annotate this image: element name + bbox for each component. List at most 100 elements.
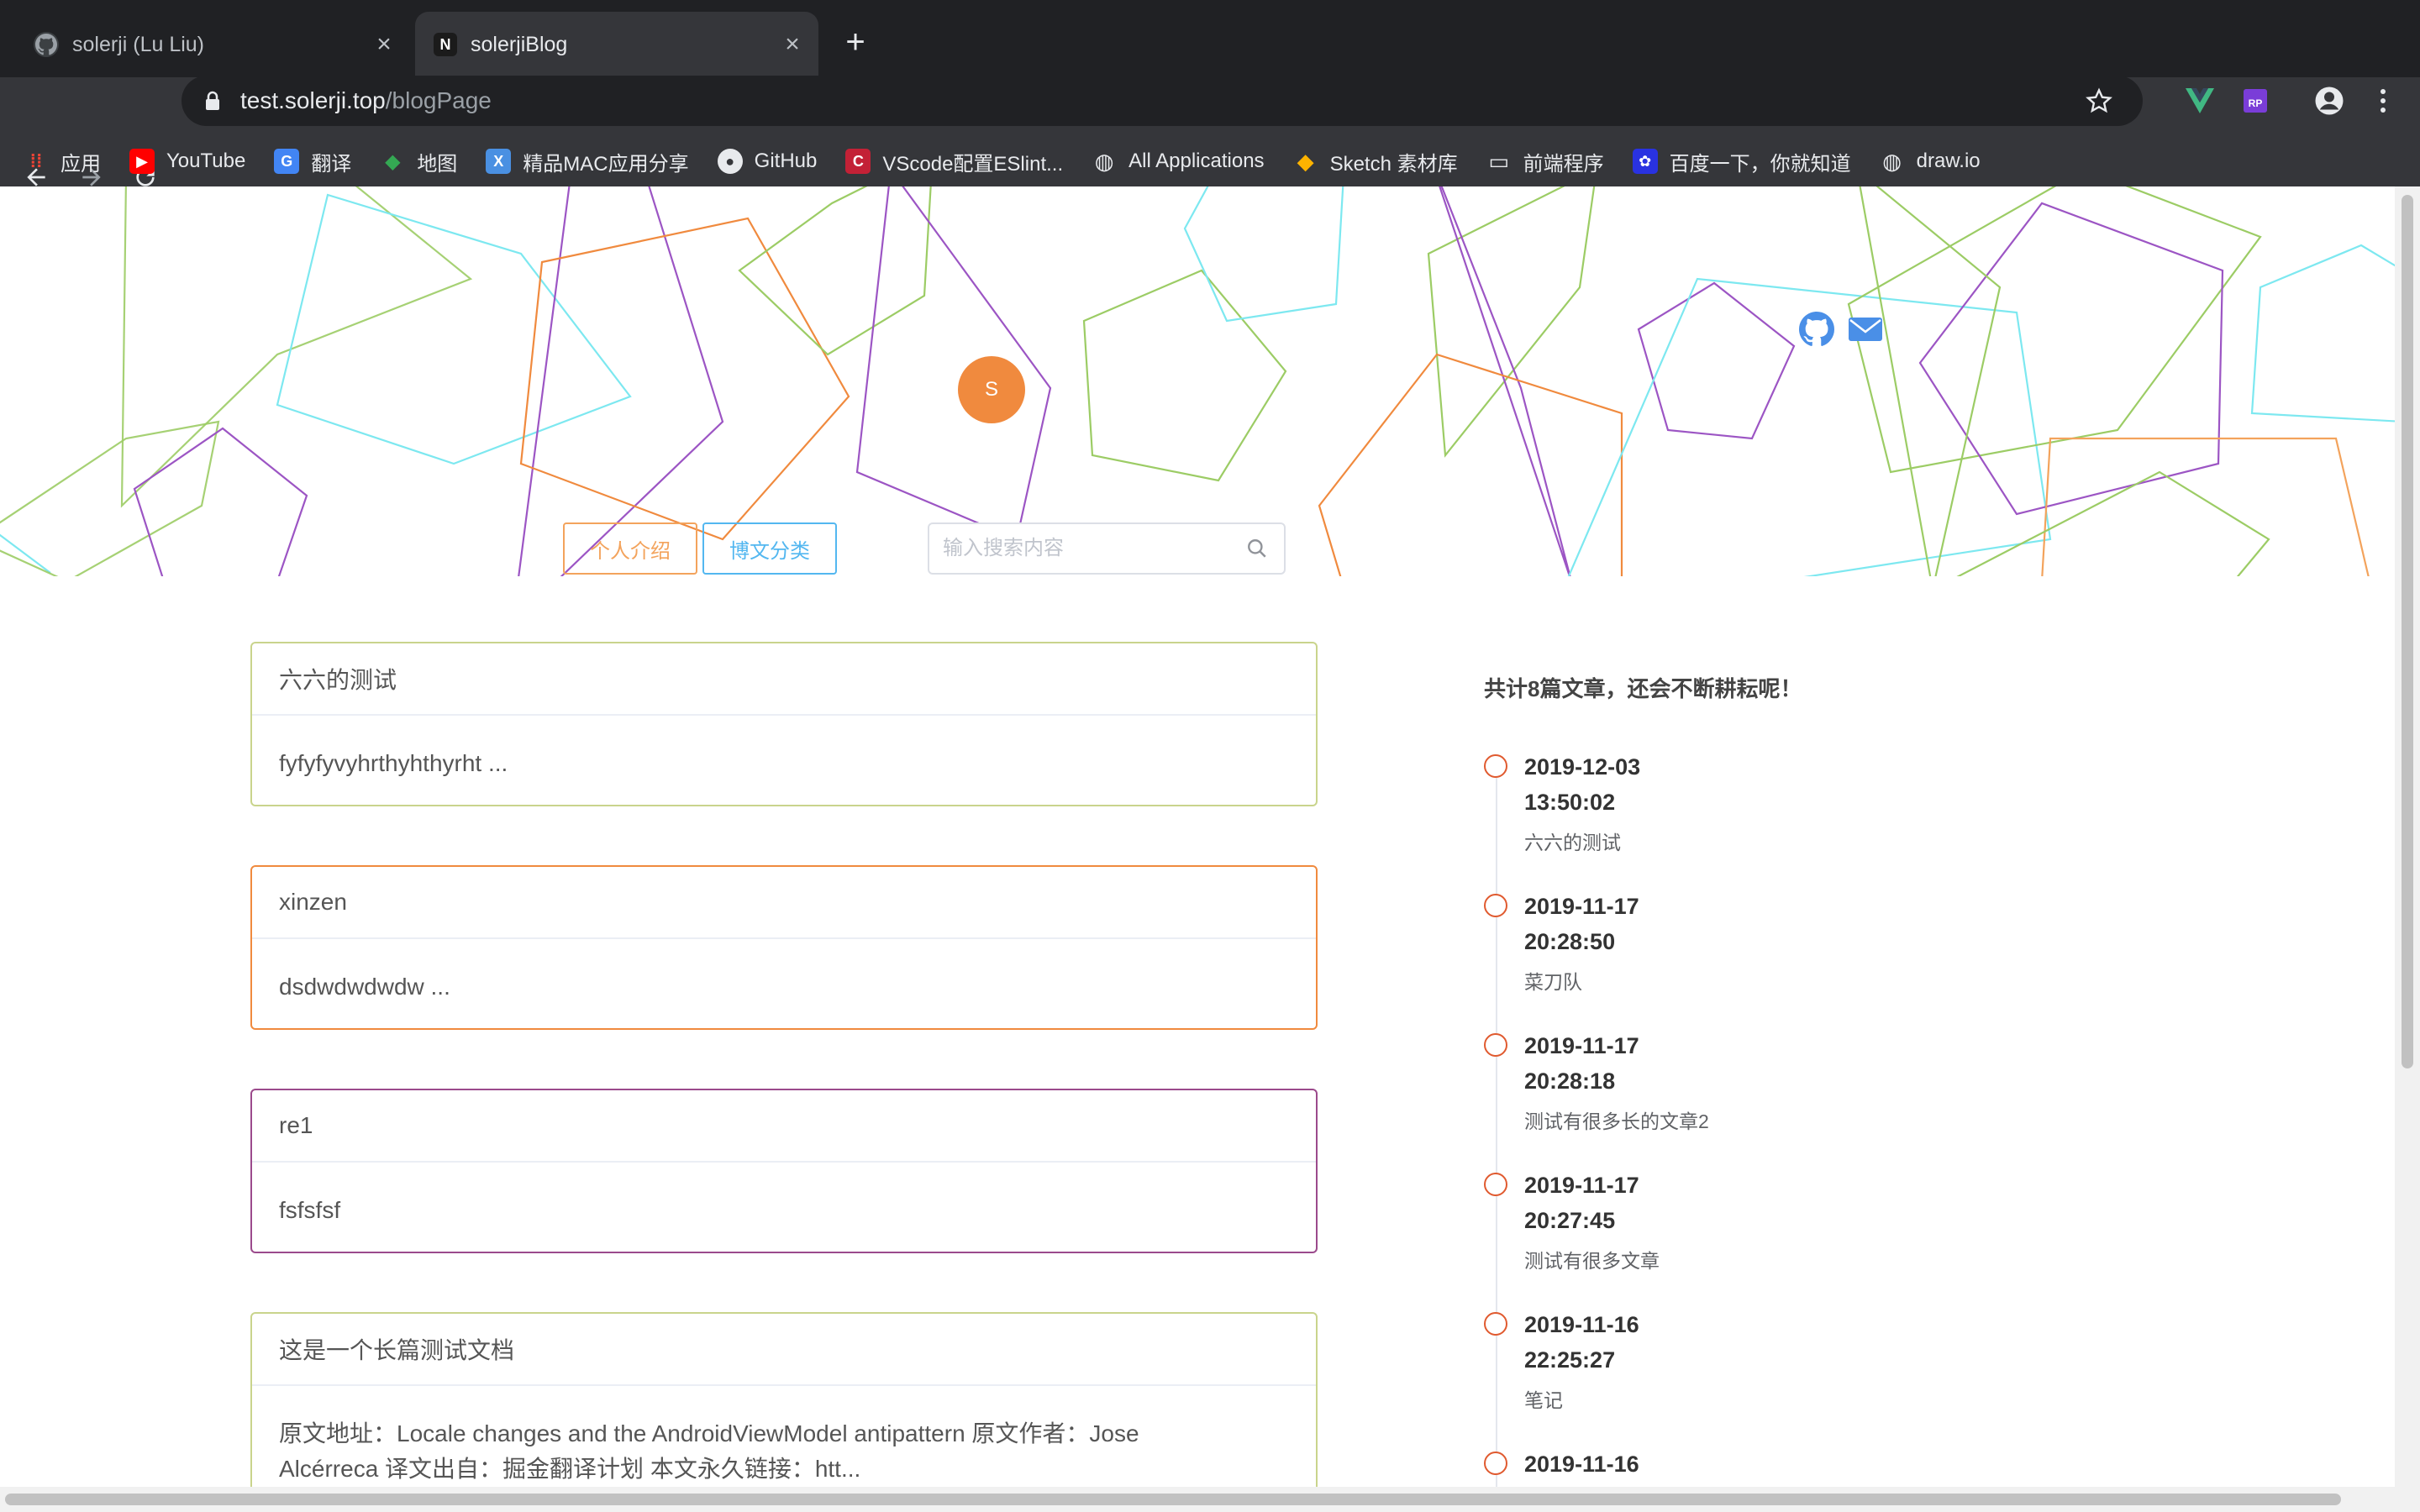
- post-title[interactable]: 这是一个长篇测试文档: [252, 1314, 1316, 1386]
- globe-icon: ◍: [1882, 148, 1902, 174]
- bookmark-item[interactable]: ▭ 前端程序: [1486, 147, 1604, 176]
- post-card[interactable]: 这是一个长篇测试文档 原文地址：Locale changes and the A…: [250, 1312, 1318, 1487]
- menu-dots-icon[interactable]: [2366, 84, 2400, 118]
- timeline-date: 2019-11-17: [1524, 1173, 1639, 1198]
- bookmark-item[interactable]: ◍ draw.io: [1880, 148, 1981, 174]
- timeline-post-title[interactable]: 测试有很多长的文章2: [1524, 1105, 1709, 1134]
- post-title[interactable]: re1: [252, 1090, 1316, 1163]
- timeline-time: 13:50:02: [1524, 790, 1616, 815]
- email-icon[interactable]: [1847, 311, 1884, 348]
- search-icon[interactable]: [1240, 532, 1274, 565]
- bookmark-item[interactable]: ● GitHub: [717, 149, 818, 174]
- timeline-timestamp: 2019-12-03 13:50:02: [1524, 749, 1726, 820]
- timeline-timestamp: 2019-11-16: [1524, 1446, 1726, 1482]
- scrollbar-thumb[interactable]: [5, 1494, 2341, 1505]
- timeline-post-title[interactable]: 测试有很多文章: [1524, 1245, 1660, 1273]
- timeline-timestamp: 2019-11-17 20:28:18: [1524, 1028, 1726, 1099]
- timeline-post-title[interactable]: 菜刀队: [1524, 966, 1582, 995]
- bookmark-item[interactable]: X 精品MAC应用分享: [486, 147, 689, 176]
- timeline-date: 2019-11-16: [1524, 1452, 1639, 1477]
- bookmark-item[interactable]: ◍ All Applications: [1092, 148, 1265, 174]
- notion-icon: N: [434, 33, 457, 56]
- bookmark-label: 精品MAC应用分享: [523, 152, 689, 176]
- timeline-date: 2019-11-16: [1524, 1312, 1639, 1337]
- globe-icon: ◍: [1094, 148, 1114, 174]
- nav-button-category[interactable]: 博文分类: [702, 522, 837, 575]
- post-card[interactable]: 六六的测试 fyfyfyvyhrthyhthyrht ...: [250, 642, 1318, 806]
- timeline-timestamp: 2019-11-16 22:25:27: [1524, 1307, 1726, 1378]
- vertical-scrollbar[interactable]: [2395, 186, 2420, 1487]
- nav-intro-label: 个人介绍: [590, 539, 671, 563]
- avatar[interactable]: S: [958, 356, 1025, 423]
- apps-grid-icon: ⁞⁞: [29, 150, 43, 171]
- sketch-icon: ◆: [1297, 148, 1314, 174]
- timeline-heading: 共计8篇文章，还会不断耕耘呢！: [1484, 676, 1802, 701]
- timeline-post-title[interactable]: 六六的测试: [1524, 827, 1621, 855]
- bookmark-item[interactable]: ⁞⁞ 应用: [24, 147, 101, 176]
- github-icon: [34, 32, 59, 57]
- timeline-date: 2019-11-17: [1524, 1033, 1639, 1058]
- bookmark-label: 应用: [60, 152, 101, 176]
- github-icon: ●: [717, 149, 743, 174]
- timeline-time: 20:27:45: [1524, 1208, 1616, 1233]
- post-summary: fyfyfyvyhrthyhthyrht ...: [279, 750, 508, 776]
- translate-icon: G: [274, 149, 300, 174]
- axure-rp-icon[interactable]: RP: [2238, 84, 2272, 118]
- youtube-icon: ▶: [129, 149, 155, 174]
- browser-tab-bar: solerji (Lu Liu) × N solerjiBlog × +: [0, 0, 2420, 77]
- timeline-line: [1496, 769, 1497, 1487]
- avatar-letter: S: [984, 378, 998, 401]
- post-title[interactable]: xinzen: [252, 867, 1316, 939]
- search-input[interactable]: [943, 537, 1240, 560]
- bookmark-item[interactable]: ◆ 地图: [380, 147, 457, 176]
- timeline-timestamp: 2019-11-17 20:28:50: [1524, 889, 1726, 959]
- bookmark-label: 前端程序: [1523, 152, 1604, 176]
- timeline-date: 2019-11-17: [1524, 894, 1639, 919]
- timeline-dot: [1484, 1312, 1507, 1336]
- post-card[interactable]: xinzen dsdwdwdwdw ...: [250, 865, 1318, 1030]
- tab-title: solerji (Lu Liu): [72, 32, 205, 56]
- timeline-time: 22:25:27: [1524, 1347, 1616, 1373]
- address-bar[interactable]: test.solerji.top/blogPage: [182, 76, 2143, 126]
- horizontal-scrollbar[interactable]: [0, 1487, 2420, 1512]
- nav-button-intro[interactable]: 个人介绍: [563, 522, 697, 575]
- tab-github-profile[interactable]: solerji (Lu Liu) ×: [15, 12, 410, 77]
- bookmark-label: draw.io: [1916, 150, 1981, 172]
- scrollbar-thumb[interactable]: [2402, 195, 2413, 1068]
- bookmark-item[interactable]: ▶ YouTube: [129, 149, 245, 174]
- xclient-icon: X: [486, 149, 512, 174]
- bookmark-item[interactable]: C VScode配置ESlint...: [845, 147, 1063, 176]
- timeline-post-title[interactable]: 笔记: [1524, 1384, 1563, 1413]
- polygon-background-decoration: [0, 186, 2395, 576]
- close-icon[interactable]: ×: [778, 30, 807, 59]
- post-title[interactable]: 六六的测试: [252, 643, 1316, 716]
- bookmark-star-icon[interactable]: [2086, 87, 2112, 114]
- vue-devtools-icon[interactable]: [2183, 84, 2217, 118]
- bookmark-item[interactable]: ✿ 百度一下，你就知道: [1632, 147, 1851, 176]
- bookmark-label: All Applications: [1128, 150, 1265, 172]
- bookmark-label: VScode配置ESlint...: [882, 152, 1064, 176]
- timeline-date: 2019-12-03: [1524, 754, 1641, 780]
- profile-icon[interactable]: [2312, 84, 2346, 118]
- bookmarks-bar: ⁞⁞ 应用 ▶ YouTube G 翻译 ◆ 地图 X 精品MAC应用分享 ● GitHub C VSco…: [0, 136, 2420, 186]
- header-banner: S 个人介绍 博文分类: [0, 186, 2395, 576]
- timeline-dot: [1484, 1173, 1507, 1196]
- post-summary: dsdwdwdwdw ...: [279, 974, 450, 1000]
- bookmark-item[interactable]: G 翻译: [274, 147, 351, 176]
- github-icon[interactable]: [1798, 311, 1835, 348]
- csdn-icon: C: [845, 149, 871, 174]
- bookmark-label: Sketch 素材库: [1329, 152, 1458, 176]
- timeline-dot: [1484, 1033, 1507, 1057]
- timeline-dot: [1484, 754, 1507, 778]
- bookmark-label: GitHub: [754, 150, 818, 172]
- close-icon[interactable]: ×: [370, 30, 398, 59]
- lock-icon: [202, 90, 224, 112]
- post-summary: fsfsfsf: [279, 1197, 341, 1223]
- new-tab-icon[interactable]: +: [837, 24, 874, 60]
- maps-icon: ◆: [385, 150, 401, 173]
- bookmark-label: YouTube: [166, 150, 246, 172]
- tab-solerjiblog[interactable]: N solerjiBlog ×: [415, 12, 818, 77]
- timeline-timestamp: 2019-11-17 20:27:45: [1524, 1168, 1726, 1238]
- post-card[interactable]: re1 fsfsfsf: [250, 1089, 1318, 1253]
- bookmark-item[interactable]: ◆ Sketch 素材库: [1293, 147, 1458, 176]
